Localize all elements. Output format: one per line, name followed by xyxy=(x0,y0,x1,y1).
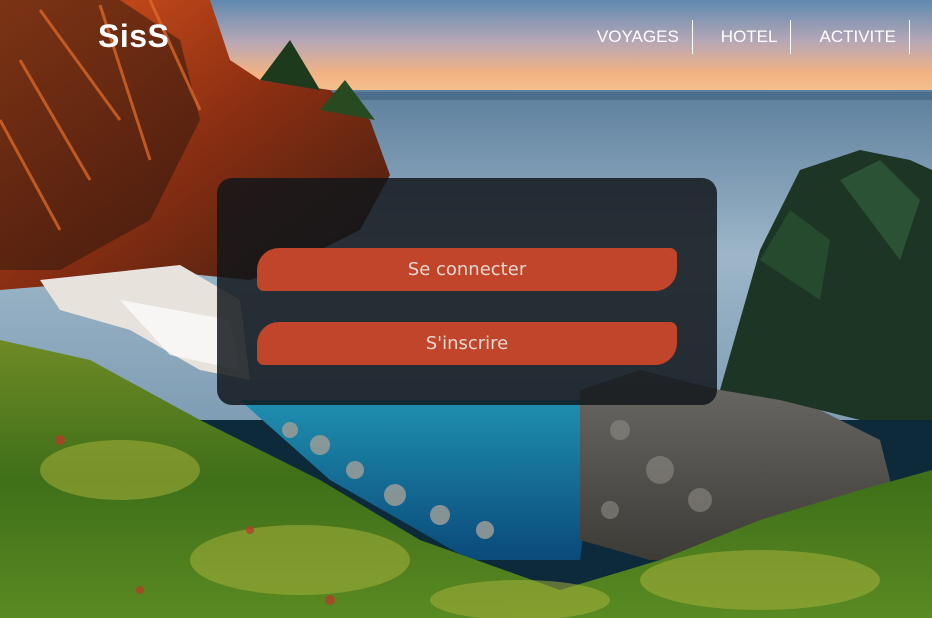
nav-item-activite[interactable]: ACTIVITE xyxy=(791,20,910,54)
page: SisS VOYAGES HOTEL ACTIVITE Se connecter… xyxy=(0,0,932,618)
main-nav: VOYAGES HOTEL ACTIVITE xyxy=(597,20,910,54)
login-button[interactable]: Se connecter xyxy=(257,248,677,291)
auth-panel: Se connecter S'inscrire xyxy=(217,178,717,405)
signup-button[interactable]: S'inscrire xyxy=(257,322,677,365)
nav-item-voyages[interactable]: VOYAGES xyxy=(597,20,693,54)
nav-item-hotel[interactable]: HOTEL xyxy=(693,20,792,54)
site-header: SisS VOYAGES HOTEL ACTIVITE xyxy=(0,0,932,76)
site-logo[interactable]: SisS xyxy=(98,18,169,55)
